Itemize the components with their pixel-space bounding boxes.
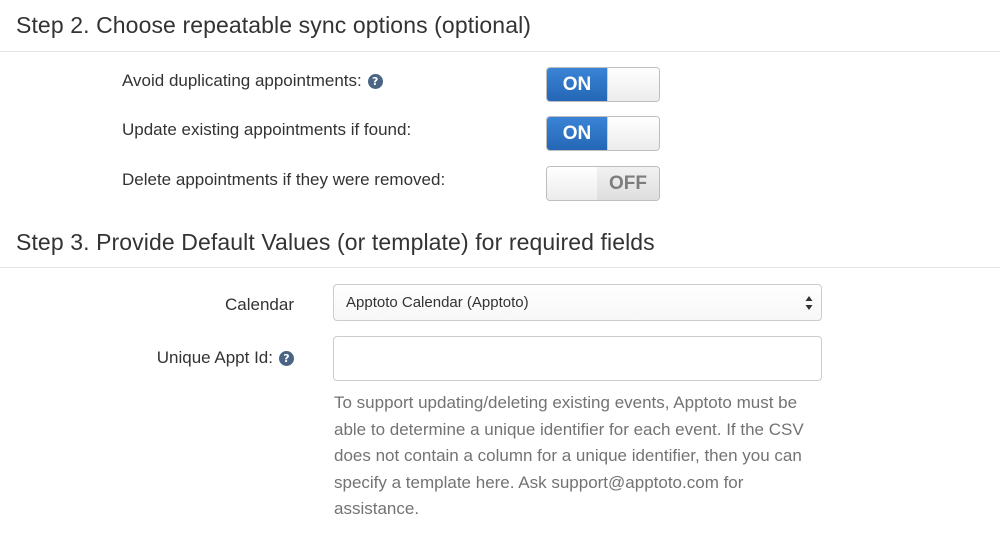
delete-removed-toggle[interactable]: OFF xyxy=(546,166,660,201)
unique-appt-id-label-text: Unique Appt Id: xyxy=(156,348,273,367)
option-label-text: Delete appointments if they were removed… xyxy=(122,170,446,189)
step2-divider xyxy=(0,51,1000,52)
avoid-duplicating-toggle[interactable]: ON xyxy=(546,67,660,102)
option-label-text: Avoid duplicating appointments: xyxy=(122,71,362,90)
question-circle-icon[interactable]: ? xyxy=(367,74,383,89)
step2-heading: Step 2. Choose repeatable sync options (… xyxy=(16,12,532,38)
step3-heading: Step 3. Provide Default Values (or templ… xyxy=(16,229,655,255)
sync-options-page: Step 2. Choose repeatable sync options (… xyxy=(0,0,1000,538)
sort-arrows-icon xyxy=(805,296,813,310)
step3-divider xyxy=(0,267,1000,268)
option-avoid-duplicating-label: Avoid duplicating appointments:? xyxy=(122,71,383,91)
option-label-text: Update existing appointments if found: xyxy=(122,120,412,139)
calendar-label: Calendar xyxy=(225,295,294,314)
unique-appt-id-input[interactable] xyxy=(333,336,822,381)
toggle-handle[interactable] xyxy=(547,167,599,200)
calendar-select[interactable]: Apptoto Calendar (Apptoto) xyxy=(333,284,822,321)
question-circle-icon[interactable]: ? xyxy=(279,351,294,366)
unique-appt-id-help-text: To support updating/deleting existing ev… xyxy=(334,393,804,518)
calendar-selected-value: Apptoto Calendar (Apptoto) xyxy=(346,294,529,311)
toggle-off-label: OFF xyxy=(597,167,659,200)
toggle-handle[interactable] xyxy=(607,68,659,101)
toggle-on-label: ON xyxy=(547,117,607,150)
option-delete-removed-label: Delete appointments if they were removed… xyxy=(122,170,445,190)
toggle-handle[interactable] xyxy=(607,117,659,150)
unique-appt-id-label: Unique Appt Id:? xyxy=(157,348,294,368)
toggle-on-label: ON xyxy=(547,68,607,101)
option-update-existing-label: Update existing appointments if found: xyxy=(122,120,411,140)
update-existing-toggle[interactable]: ON xyxy=(546,116,660,151)
